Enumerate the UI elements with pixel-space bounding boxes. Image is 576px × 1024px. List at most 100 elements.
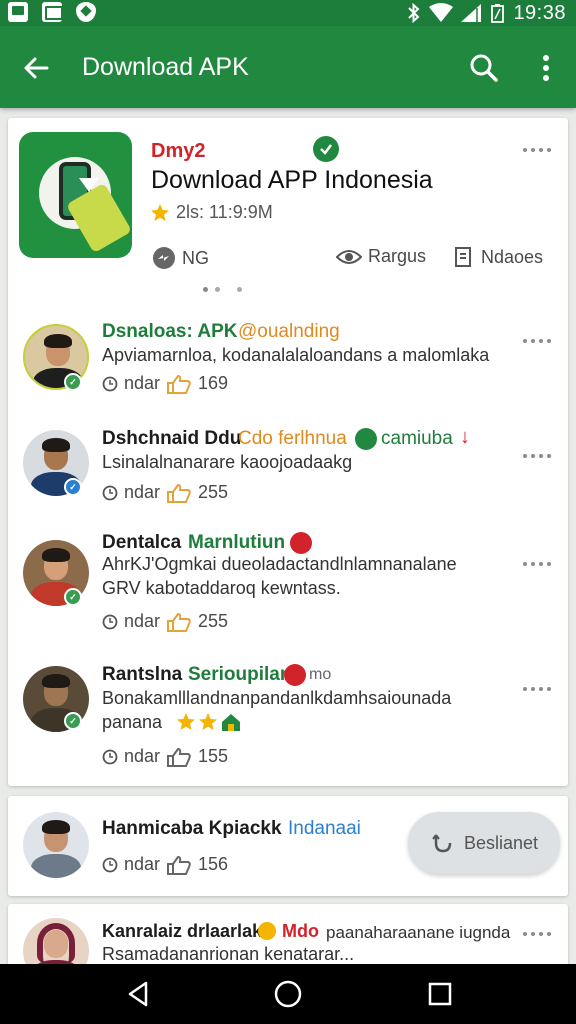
comment-more-button[interactable]: [517, 446, 557, 466]
verified-badge-icon: ✓: [64, 588, 82, 606]
comment-meta: ndar: [124, 611, 161, 631]
thumbs-up-icon[interactable]: [166, 747, 192, 767]
comment-text-cont: panana: [102, 712, 163, 732]
app-stat-views[interactable]: Rargus: [336, 246, 426, 267]
comment-text: AhrKJ'Ogmkai dueoladactandlnlamnanalane: [102, 554, 457, 574]
comment-author[interactable]: Rantslna: [102, 664, 182, 686]
comment-more-button[interactable]: [517, 554, 557, 574]
recents-nav-button[interactable]: [418, 974, 462, 1014]
home-nav-button[interactable]: [266, 974, 310, 1014]
clock-icon: [102, 376, 118, 391]
thumbs-up-icon[interactable]: [166, 612, 192, 632]
verified-badge-icon: ✓: [64, 478, 82, 496]
back-nav-button[interactable]: [116, 974, 160, 1014]
item-author[interactable]: Kanralaiz drlaarlak: [102, 921, 262, 942]
like-count: 156: [198, 854, 229, 874]
avatar[interactable]: [23, 812, 89, 878]
bluetooth-icon: [408, 3, 420, 23]
clock-icon: [102, 749, 118, 764]
status-bar: 19:38: [0, 0, 576, 26]
like-count: 255: [198, 482, 229, 502]
comment-tag[interactable]: @oualnding: [238, 321, 340, 343]
triangle-back-icon: [128, 981, 148, 1007]
app-stat-shares[interactable]: NG: [152, 246, 209, 270]
verified-red-icon: [284, 664, 306, 686]
link-icon: [355, 428, 377, 450]
comment-stats: ndar 169: [102, 373, 228, 394]
undo-icon: [432, 834, 452, 853]
circle-home-icon: [274, 980, 302, 1008]
verified-icon: [313, 136, 339, 162]
user-meta: ndar: [124, 854, 161, 874]
pagination-dots: [203, 287, 242, 292]
user-tag[interactable]: Indanaai: [288, 818, 361, 840]
status-time: 19:38: [513, 1, 566, 24]
rating-stars: [176, 712, 242, 732]
comment-text: Lsinalalnanarare kaoojoadaakg: [102, 452, 353, 472]
battery-icon: [491, 4, 505, 23]
arrow-left-icon: [24, 57, 49, 79]
comment-text: Bonakamlllandnanpandanlkdamhsaiounada: [102, 688, 452, 708]
app-stat-mid-label: Rargus: [368, 246, 427, 266]
like-count: 155: [198, 746, 229, 766]
item-tag[interactable]: Mdo: [282, 921, 319, 942]
comment-meta: ndar: [124, 482, 161, 502]
comment-tag[interactable]: Cdo ferlhnua: [238, 428, 347, 450]
thumbs-up-icon[interactable]: [166, 374, 192, 394]
arrow-down-icon: ↓: [460, 426, 470, 448]
share-icon: [153, 247, 175, 269]
square-recents-icon: [428, 982, 452, 1006]
comment-stats: ndar 255: [102, 611, 228, 632]
comment-tag[interactable]: Serioupilan: [188, 664, 291, 686]
user-stats: ndar 156: [102, 854, 228, 875]
search-button[interactable]: [462, 46, 506, 90]
clock-icon: [102, 614, 118, 629]
app-stat-right-label: Ndaoes: [481, 246, 544, 267]
app-rating-text: 2ls: 11:9:9M: [176, 202, 273, 222]
wifi-icon: [429, 3, 454, 22]
comment-more-button[interactable]: [517, 679, 557, 699]
user-name[interactable]: Hanmicaba Kpiackk: [102, 818, 282, 840]
verified-red-icon: [290, 532, 312, 554]
app-rating: 2ls: 11:9:9M: [150, 202, 273, 223]
shield-icon: [76, 2, 96, 22]
thumbs-up-icon[interactable]: [166, 483, 192, 503]
item-text: Rsamadananrionan kenatarar...: [102, 944, 355, 964]
comment-author[interactable]: Dsnaloas: APK: [102, 321, 238, 343]
like-count: 255: [198, 611, 229, 631]
document-icon: [455, 247, 471, 267]
overflow-menu-button[interactable]: [526, 46, 566, 90]
comment-tag[interactable]: Marnlutiun: [188, 532, 285, 554]
comment-stats: ndar 255: [102, 482, 228, 503]
comment-stats: ndar 155: [102, 746, 228, 767]
comment-text: Apviamarnloa, kodanalalaloandans a malom…: [102, 345, 490, 365]
home-icon: [222, 714, 240, 731]
star-icon: [177, 713, 195, 730]
comment-meta: ndar: [124, 373, 161, 393]
signal-icon: [461, 4, 482, 22]
comment-tag-secondary[interactable]: camiuba: [381, 428, 453, 450]
comment-text-cont: GRV kabotaddaroq kewntass.: [102, 578, 341, 598]
comment-meta: ndar: [124, 746, 161, 766]
subscribe-button[interactable]: Beslianet: [408, 812, 560, 874]
item-more-button[interactable]: [517, 924, 557, 944]
app-bar: Download APK: [0, 26, 576, 108]
back-button[interactable]: [14, 46, 58, 90]
gallery-icon: [8, 2, 28, 22]
clock-icon: [102, 485, 118, 500]
subscribe-button-label: Beslianet: [463, 832, 539, 853]
like-count: 169: [198, 373, 229, 393]
developer-name[interactable]: Dmy2: [151, 140, 205, 163]
comment-more-button[interactable]: [517, 331, 557, 351]
star-icon: [199, 713, 217, 730]
image-icon: [42, 2, 63, 22]
comment-author[interactable]: Dshchnaid Ddu: [102, 428, 241, 450]
thumbs-up-icon[interactable]: [166, 855, 192, 875]
item-extra: paanaharaanane iugnda: [326, 923, 511, 942]
app-stat-left-label: NG: [182, 247, 209, 268]
app-stat-reports[interactable]: Ndaoes: [453, 246, 543, 268]
app-icon[interactable]: [19, 132, 132, 258]
clock-icon: [102, 857, 118, 872]
comment-author[interactable]: Dentalca: [102, 532, 181, 554]
app-more-button[interactable]: [517, 140, 557, 160]
